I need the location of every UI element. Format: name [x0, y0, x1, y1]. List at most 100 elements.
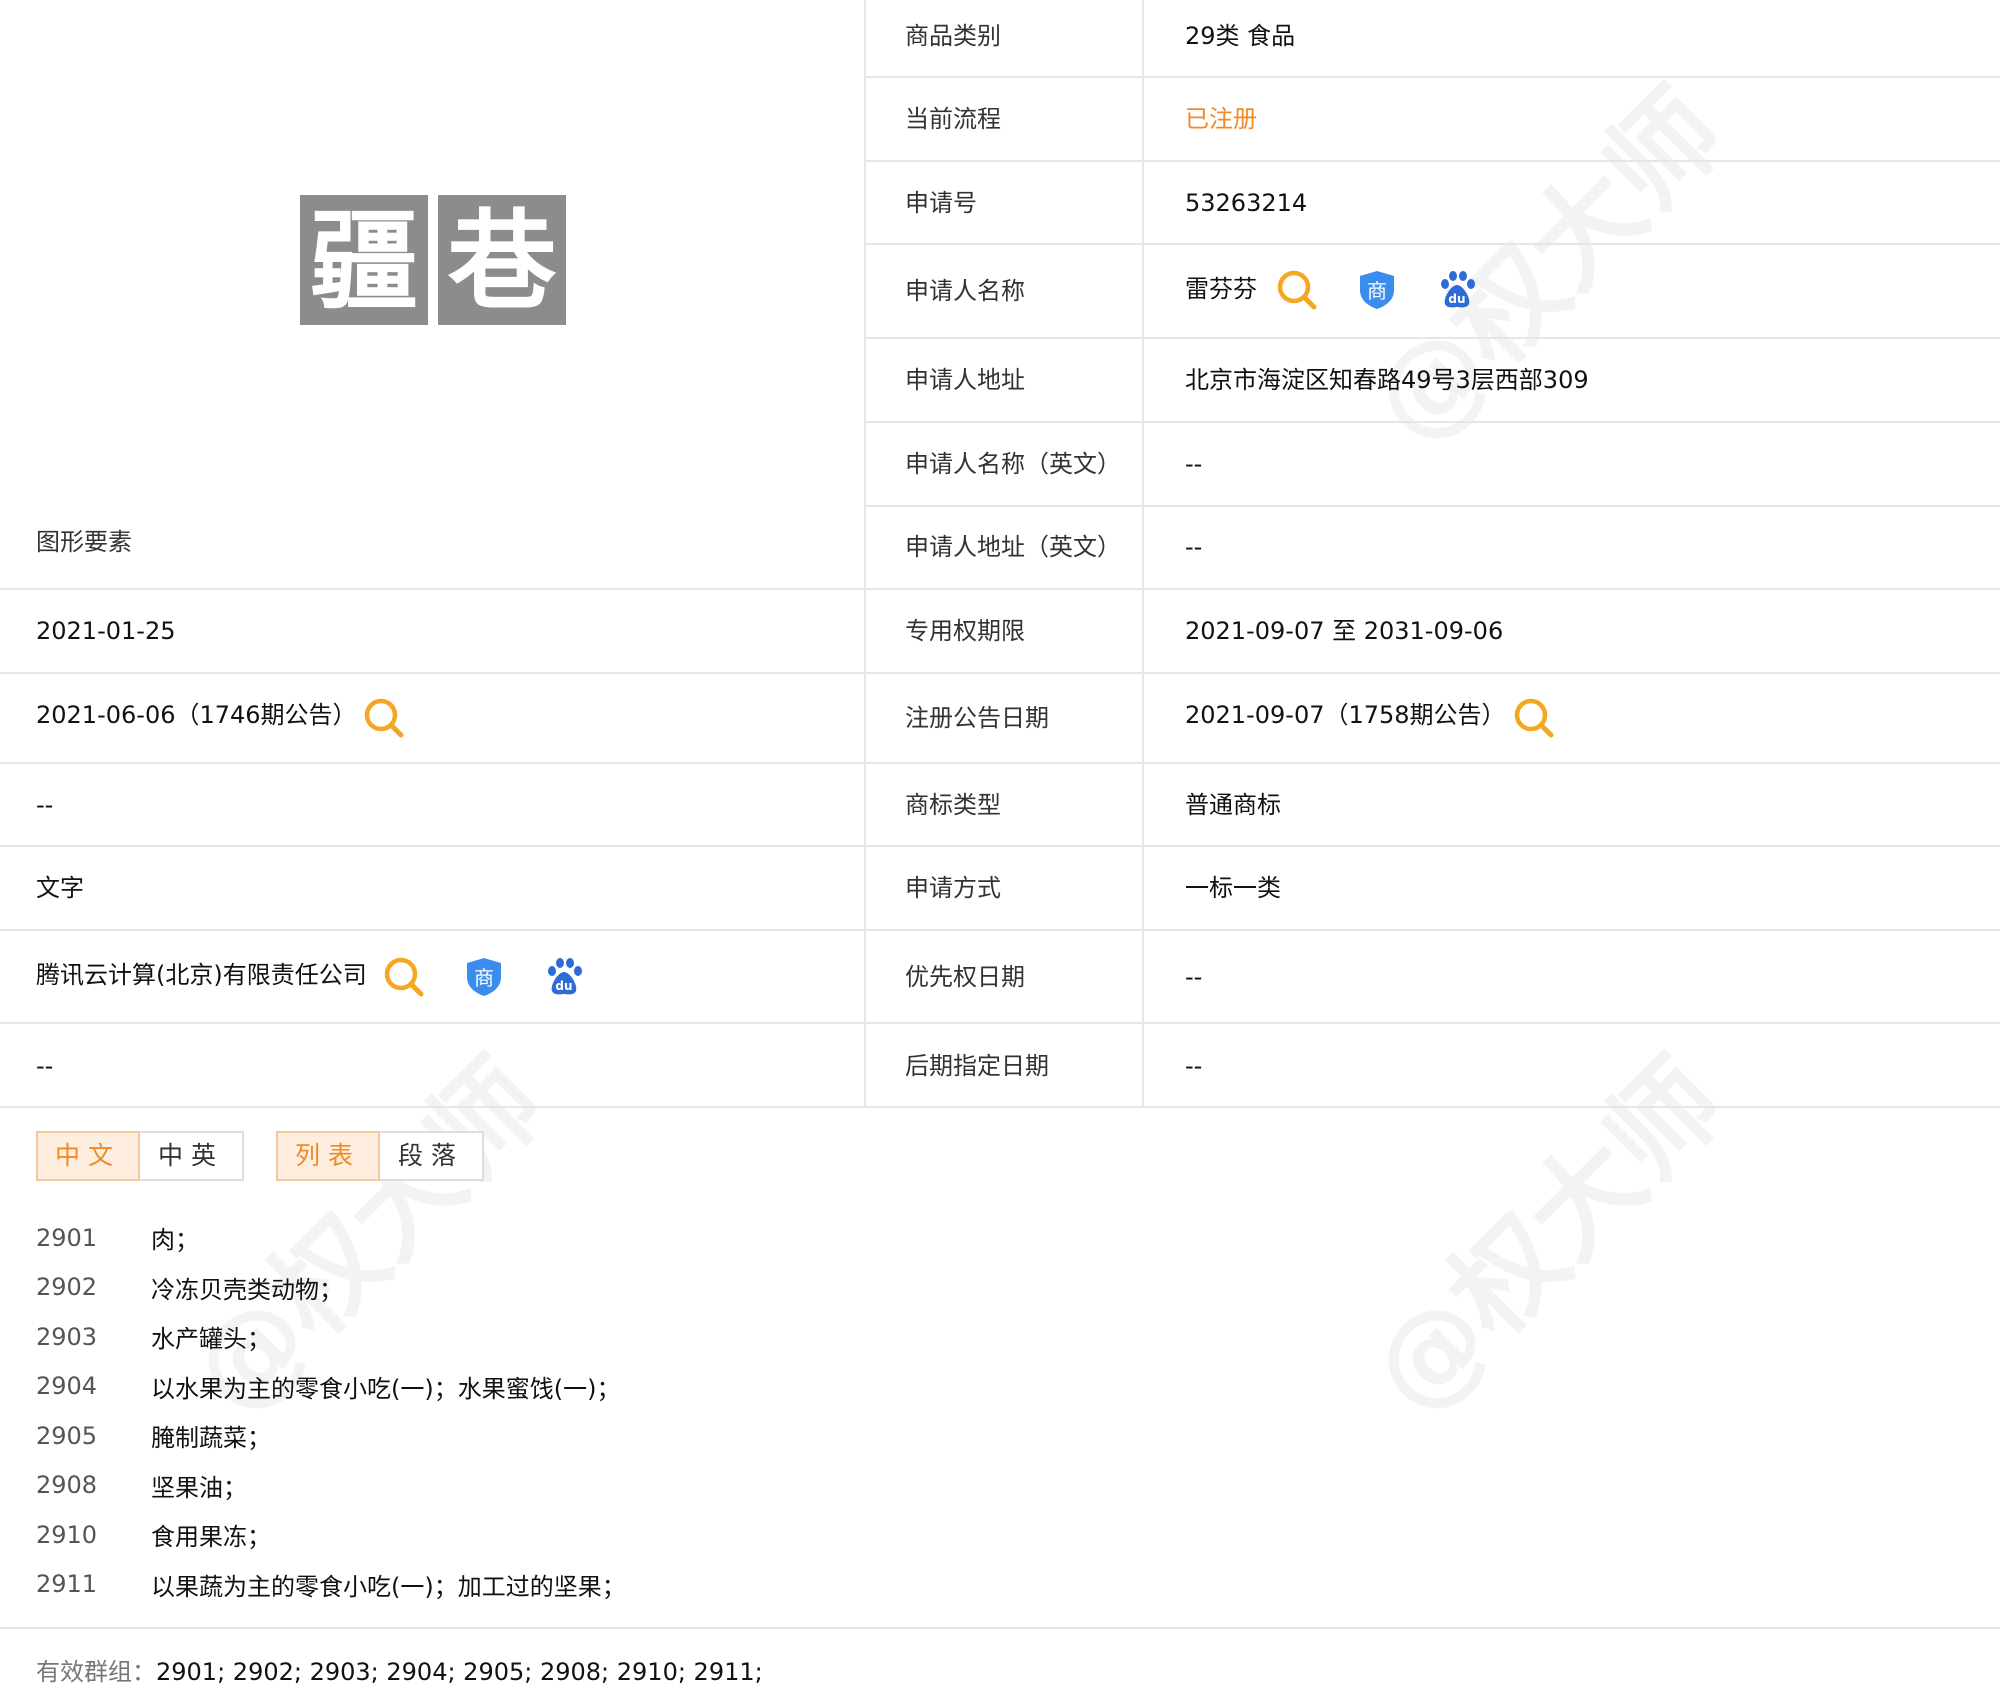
row-divider [866, 243, 2000, 245]
application-date: 2021-01-25 [36, 617, 176, 645]
label-trademark-type: 商标类型 [905, 791, 1001, 819]
goods-code: 2905 [36, 1421, 98, 1450]
logo-char-2: 巷 [447, 200, 557, 325]
row-divider [866, 337, 2000, 339]
search-icon[interactable] [382, 955, 426, 999]
value-priority-date: -- [1185, 963, 1203, 991]
value-later-designation-date: -- [1185, 1052, 1203, 1080]
view-mode-tabs: 列表 段落 [276, 1131, 484, 1181]
watermark: @权大师 [1346, 66, 1748, 468]
label-exclusive-period: 专用权期限 [905, 617, 1025, 645]
value-exclusive-period: 2021-09-07 至 2031-09-06 [1185, 617, 1504, 645]
label-applicant-name-en: 申请人名称（英文） [905, 450, 1121, 478]
trademark-image: 疆 巷 [300, 195, 566, 325]
value-applicant-address: 北京市海淀区知春路49号3层西部309 [1185, 366, 1589, 394]
label-application-method: 申请方式 [905, 874, 1001, 902]
column-divider-right [1142, 0, 1144, 1108]
trademark-shield-icon[interactable]: 商 [462, 955, 506, 999]
list-item: 2905 腌制蔬菜； [36, 1411, 626, 1461]
trademark-shield-icon[interactable]: 商 [1355, 268, 1399, 312]
logo-char-1: 疆 [310, 200, 418, 325]
valid-groups: 有效群组：2901; 2902; 2903; 2904; 2905; 2908;… [36, 1652, 763, 1687]
baidu-icon[interactable]: du [542, 955, 586, 999]
goods-code: 2901 [36, 1223, 98, 1252]
agency-icons: 商 du [382, 955, 622, 999]
column-divider-left [864, 0, 866, 1108]
label-later-designation-date: 后期指定日期 [905, 1052, 1049, 1080]
goods-code: 2904 [36, 1372, 98, 1401]
svg-text:商: 商 [474, 966, 494, 990]
goods-text: 冷冻贝壳类动物； [151, 1275, 343, 1304]
preliminary-notice-date: 2021-06-06（1746期公告） [36, 701, 357, 729]
row-divider [866, 505, 2000, 507]
tab-chinese[interactable]: 中文 [36, 1131, 140, 1181]
language-tabs: 中文 中英 [36, 1131, 244, 1181]
list-item: 2903 水产罐头； [36, 1312, 626, 1362]
search-icon[interactable] [1275, 268, 1319, 312]
goods-code: 2902 [36, 1273, 98, 1302]
tab-paragraph[interactable]: 段落 [380, 1131, 484, 1181]
value-trademark-type: 普通商标 [1185, 791, 1281, 819]
baidu-icon[interactable]: du [1435, 268, 1479, 312]
row-divider [0, 929, 2000, 931]
value-application-number: 53263214 [1185, 189, 1308, 217]
label-applicant-name: 申请人名称 [905, 277, 1025, 305]
list-item: 2904 以水果为主的零食小吃(一)；水果蜜饯(一)； [36, 1362, 626, 1412]
value-current-process[interactable]: 已注册 [1185, 104, 1257, 134]
row-divider [0, 845, 2000, 847]
trademark-form: 文字 [36, 874, 84, 902]
list-item: 2910 食用果冻； [36, 1510, 626, 1560]
goods-code: 2910 [36, 1520, 98, 1549]
value-applicant-name: 雷芬芬 [1185, 275, 1257, 303]
value-applicant-address-en: -- [1185, 533, 1203, 561]
svg-text:商: 商 [1367, 279, 1387, 303]
goods-code: 2903 [36, 1322, 98, 1351]
tab-list[interactable]: 列表 [276, 1131, 380, 1181]
goods-text: 以果蔬为主的零食小吃(一)；加工过的坚果； [151, 1572, 626, 1601]
goods-list: 2901 肉； 2902 冷冻贝壳类动物； 2903 水产罐头； 2904 以水果为主的… [36, 1213, 626, 1609]
row-divider [866, 421, 2000, 423]
left-value-empty: -- [36, 791, 54, 819]
list-item: 2901 肉； [36, 1213, 626, 1263]
applicant-icons: 商 du [1275, 268, 1515, 312]
agency-name: 腾讯云计算(北京)有限责任公司 [36, 961, 367, 989]
row-divider [0, 1106, 2000, 1108]
value-applicant-name-en: -- [1185, 450, 1203, 478]
svg-text:du: du [555, 979, 572, 993]
row-divider [0, 1022, 2000, 1024]
list-item: 2911 以果蔬为主的零食小吃(一)；加工过的坚果； [36, 1560, 626, 1610]
row-divider [866, 76, 2000, 78]
goods-text: 食用果冻； [151, 1523, 271, 1552]
label-goods-class: 商品类别 [905, 22, 1001, 50]
watermark: @权大师 [1346, 1036, 1748, 1438]
list-item: 2902 冷冻贝壳类动物； [36, 1263, 626, 1313]
row-divider [866, 160, 2000, 162]
tab-chinese-english[interactable]: 中英 [140, 1131, 244, 1181]
value-goods-class: 29类 食品 [1185, 22, 1296, 50]
goods-code: 2911 [36, 1570, 98, 1599]
left-value-empty: -- [36, 1052, 54, 1080]
label-applicant-address: 申请人地址 [905, 366, 1025, 394]
search-icon[interactable] [1512, 696, 1556, 740]
value-application-method: 一标一类 [1185, 874, 1281, 902]
goods-text: 以水果为主的零食小吃(一)；水果蜜饯(一)； [151, 1374, 621, 1403]
goods-code: 2908 [36, 1471, 98, 1500]
label-current-process: 当前流程 [905, 105, 1001, 133]
label-priority-date: 优先权日期 [905, 963, 1025, 991]
goods-text: 水产罐头； [151, 1325, 271, 1354]
valid-groups-values: 2901; 2902; 2903; 2904; 2905; 2908; 2910… [156, 1658, 763, 1686]
row-divider [0, 672, 2000, 674]
valid-groups-label: 有效群组： [36, 1658, 156, 1686]
label-applicant-address-en: 申请人地址（英文） [905, 533, 1121, 561]
search-icon[interactable] [362, 696, 406, 740]
row-divider [0, 762, 2000, 764]
goods-text: 坚果油； [151, 1473, 247, 1502]
row-divider [0, 1627, 2000, 1629]
goods-text: 腌制蔬菜； [151, 1424, 271, 1453]
figure-elements-label: 图形要素 [36, 528, 132, 556]
svg-text:du: du [1448, 292, 1465, 306]
label-registration-notice-date: 注册公告日期 [905, 704, 1049, 732]
row-divider [0, 588, 2000, 590]
value-registration-notice-date: 2021-09-07（1758期公告） [1185, 701, 1506, 729]
goods-text: 肉； [151, 1226, 199, 1255]
